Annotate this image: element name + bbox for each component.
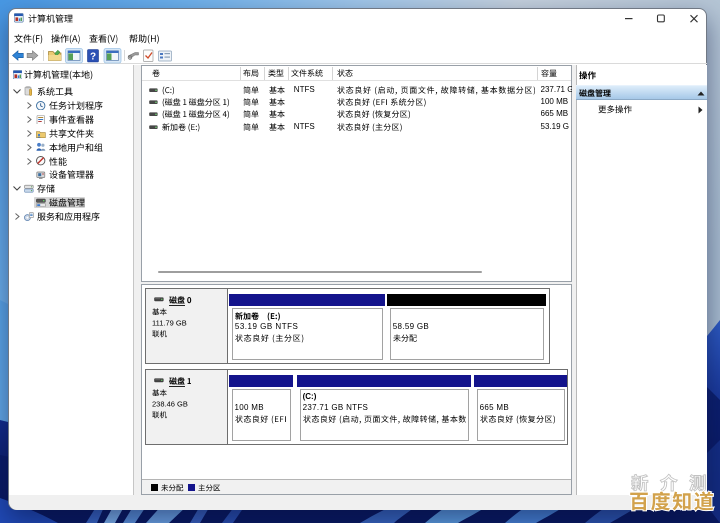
svg-text:?: ? <box>90 52 96 63</box>
